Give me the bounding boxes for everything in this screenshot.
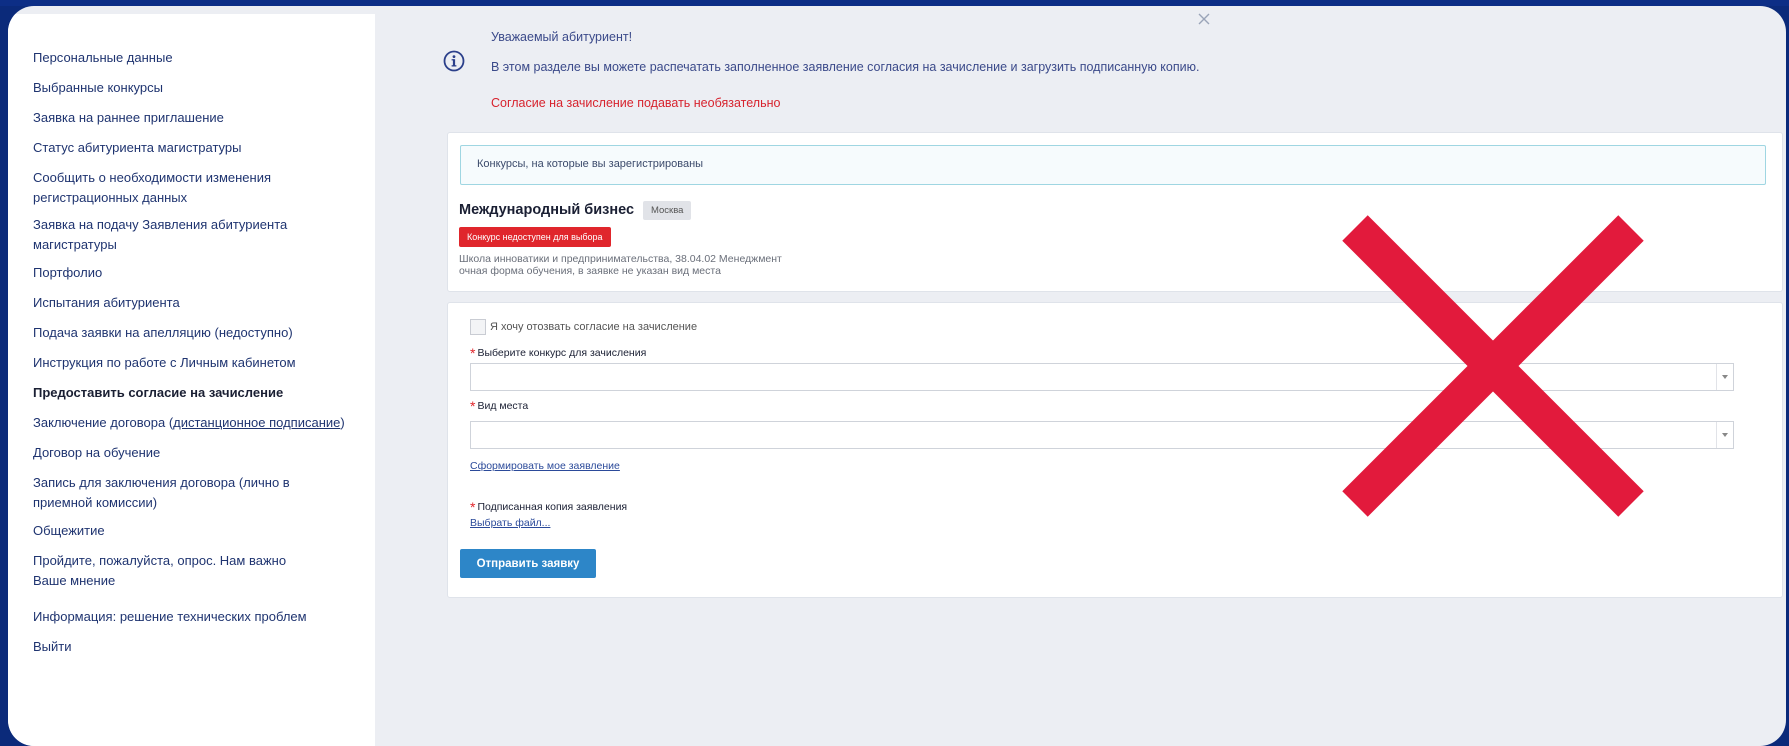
- competition-meta-line: очная форма обучения, в заявке не указан…: [459, 265, 721, 277]
- sidebar-item-contract-in-person[interactable]: Запись для заключения договора (лично в …: [33, 473, 343, 513]
- sidebar-item-label: ): [340, 415, 345, 430]
- withdraw-consent-row[interactable]: Я хочу отозвать согласие на зачисление: [470, 319, 697, 335]
- sidebar-item-early-invitation[interactable]: Заявка на раннее приглашение: [33, 108, 363, 128]
- required-mark: *: [470, 398, 476, 414]
- notice-title: Уважаемый абитуриент!: [491, 30, 633, 44]
- chevron-down-icon[interactable]: [1716, 422, 1733, 448]
- signed-copy-text: Подписанная копия заявления: [477, 501, 628, 513]
- main-content: Уважаемый абитуриент! В этом разделе вы …: [375, 6, 1786, 746]
- sidebar-item-instructions[interactable]: Инструкция по работе с Личным кабинетом: [33, 353, 363, 373]
- required-mark: *: [470, 345, 476, 361]
- app-window: Персональные данные Выбранные конкурсы З…: [8, 6, 1786, 746]
- registered-competitions-header: Конкурсы, на которые вы зарегистрированы: [460, 145, 1766, 185]
- competition-title: Международный бизнес: [459, 202, 635, 218]
- competition-select-label: * Выберите конкурс для зачисления: [470, 345, 646, 361]
- sidebar-item-logout[interactable]: Выйти: [33, 637, 363, 657]
- withdraw-consent-label: Я хочу отозвать согласие на зачисление: [490, 320, 698, 333]
- sidebar-item-survey[interactable]: Пройдите, пожалуйста, опрос. Нам важно В…: [33, 551, 323, 591]
- sidebar-item-label: Заключение договора (: [33, 415, 174, 430]
- generate-application-link[interactable]: Сформировать мое заявление: [470, 460, 620, 472]
- sidebar-item-tech-info[interactable]: Информация: решение технических проблем: [33, 607, 363, 627]
- required-mark: *: [470, 499, 476, 515]
- sidebar-item-dormitory[interactable]: Общежитие: [33, 521, 363, 541]
- place-type-label: * Вид места: [470, 398, 528, 414]
- notice-text: В этом разделе вы можете распечатать зап…: [491, 60, 1200, 74]
- chevron-down-icon[interactable]: [1716, 364, 1733, 390]
- sidebar-item-enrollment-consent[interactable]: Предоставить согласие на зачисление: [33, 383, 363, 403]
- withdraw-consent-checkbox[interactable]: [470, 319, 486, 335]
- sidebar-item-application-request[interactable]: Заявка на подачу Заявления абитуриента м…: [33, 215, 293, 255]
- choose-file-link[interactable]: Выбрать файл...: [470, 517, 550, 529]
- status-badge: Конкурс недоступен для выбора: [459, 227, 611, 247]
- submit-button[interactable]: Отправить заявку: [460, 549, 596, 578]
- competition-meta-line: Школа инноватики и предпринимательства, …: [459, 253, 782, 265]
- close-icon[interactable]: [1197, 12, 1211, 26]
- sidebar-nav: Персональные данные Выбранные конкурсы З…: [8, 14, 375, 746]
- notice-warning: Согласие на зачисление подавать необязат…: [491, 96, 781, 110]
- sidebar-item-appeal[interactable]: Подача заявки на апелляцию (недоступно): [33, 323, 363, 343]
- sidebar-item-contract-remote[interactable]: Заключение договора (дистанционное подпи…: [33, 413, 363, 433]
- sidebar-item-study-contract[interactable]: Договор на обучение: [33, 443, 363, 463]
- registered-competitions-label: Конкурсы, на которые вы зарегистрированы: [477, 158, 704, 170]
- city-badge: Москва: [643, 201, 692, 220]
- sidebar-item-change-registration[interactable]: Сообщить о необходимости изменения регис…: [33, 168, 293, 208]
- competition-select-text: Выберите конкурс для зачисления: [477, 347, 647, 359]
- sidebar-item-selected-competitions[interactable]: Выбранные конкурсы: [33, 78, 363, 98]
- sidebar-item-portfolio[interactable]: Портфолио: [33, 263, 363, 283]
- place-type-text: Вид места: [477, 400, 529, 412]
- competition-meta: Школа инноватики и предпринимательства, …: [459, 253, 782, 277]
- sidebar-item-masters-status[interactable]: Статус абитуриента магистратуры: [33, 138, 363, 158]
- remote-signing-link[interactable]: дистанционное подписание: [173, 415, 340, 430]
- sidebar-item-personal-data[interactable]: Персональные данные: [33, 48, 363, 68]
- cross-overlay-icon: [1342, 215, 1644, 517]
- info-icon: [443, 50, 465, 72]
- sidebar-item-exams[interactable]: Испытания абитуриента: [33, 293, 363, 313]
- signed-copy-label: * Подписанная копия заявления: [470, 499, 627, 515]
